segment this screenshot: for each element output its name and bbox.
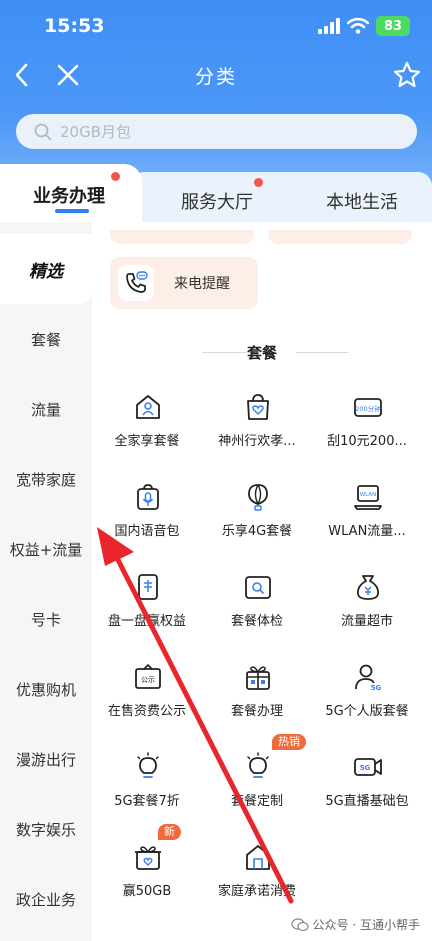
battery-indicator: 83 [376,16,410,36]
person-5g-icon: 5G [355,664,382,692]
sidebar-item-sim-card[interactable]: 号卡 [0,584,92,654]
category-sidebar: 精选 套餐 流量 宽带家庭 权益+流量 号卡 优惠购机 漫游出行 数字娱乐 政企… [0,222,92,941]
grid-item-scratch-card[interactable]: 200分钟 刮10元200... [312,392,422,472]
call-reminder-label: 来电提醒 [174,276,230,292]
sidebar-item-data[interactable]: 流量 [0,374,92,444]
phone-call-icon [118,265,154,301]
notification-dot [254,178,263,187]
grid-item-plan-checkup[interactable]: 套餐体检 [202,572,312,652]
tab-local-life[interactable]: 本地生活 [326,188,398,214]
grid-item-data-market[interactable]: 流量超市 [312,572,422,652]
category-tabs: 业务办理 服务大厅 本地生活 [0,164,432,222]
grid-item-5g-discount[interactable]: 5G套餐7折 [92,752,202,832]
scratch-card-icon: 200分钟 [354,398,382,417]
grid-item-voice-pack[interactable]: 国内语音包 [92,482,202,562]
search-input[interactable]: 20GB月包 [16,114,417,149]
svg-text:5G: 5G [360,764,371,772]
grid-item-shenzhouxing[interactable]: 神州行欢孝... [202,392,312,472]
wechat-icon [290,917,309,931]
grid-item-5g-personal[interactable]: 5G 5G个人版套餐 [312,662,422,742]
grid-item-win-50gb[interactable]: 赢50GB [92,842,202,922]
card-peek [268,230,412,244]
sidebar-item-broadband[interactable]: 宽带家庭 [0,444,92,514]
svg-text:5G: 5G [371,684,382,692]
gift-box-icon [246,666,270,690]
sidebar-item-enterprise[interactable]: 政企业务 [0,864,92,934]
sidebar-item-entertainment[interactable]: 数字娱乐 [0,794,92,864]
main-content: 来电提醒 套餐 全家享套餐 神州行欢孝... 200分钟 刮10元200... [92,222,432,941]
search-placeholder: 20GB月包 [60,123,132,141]
sidebar-item-phone-deals[interactable]: 优惠购机 [0,654,92,724]
grid-item-5g-live[interactable]: 5G 5G直播基础包 [312,752,422,832]
section-title: 套餐 [246,344,277,362]
grid-item-plan-signup[interactable]: 套餐办理 [202,662,312,742]
sidebar-item-featured[interactable]: 精选 [0,234,92,304]
sidebar-item-roaming[interactable]: 漫游出行 [0,724,92,794]
svg-text:公示: 公示 [141,676,155,684]
hot-badge: 热销 [272,734,306,750]
status-time: 15:53 [44,15,105,37]
coupon-card-icon [138,574,158,600]
tab-active-indicator [55,209,89,213]
favorite-star-icon[interactable] [392,60,422,90]
grid-item-wlan-data[interactable]: WLAN WLAN流量... [312,482,422,562]
watermark: 公众号 · 互通小帮手 [290,916,420,933]
lightbulb-icon [247,752,269,778]
tab-service-hall[interactable]: 服务大厅 [181,188,253,214]
balloon-icon [248,484,268,511]
wlan-laptop-icon: WLAN [354,485,382,510]
bag-heart-icon [247,394,269,420]
svg-text:200分钟: 200分钟 [355,404,381,413]
home-person-icon [136,395,160,419]
card-peek [110,230,254,244]
grid-item-plan-custom[interactable]: 套餐定制 [202,752,312,832]
call-reminder-card[interactable]: 来电提醒 [110,257,258,309]
notification-dot [111,172,120,181]
microphone-bag-icon [137,484,159,510]
gift-heart-icon [135,846,161,870]
tab-business[interactable]: 业务办理 [33,182,105,208]
grid-item-family-plan[interactable]: 全家享套餐 [92,392,202,472]
page-title: 分类 [194,66,237,88]
grid-item-tariff-notice[interactable]: 公示 在售资费公示 [92,662,202,742]
section-heading: 套餐 [92,340,432,364]
search-icon [34,123,52,140]
house-icon [246,845,270,870]
svg-text:WLAN: WLAN [360,492,377,498]
sidebar-item-plans[interactable]: 套餐 [0,304,92,374]
sidebar-item-benefits-data[interactable]: 权益+流量 [0,514,92,584]
money-bag-icon [357,575,379,600]
lightbulb-icon [137,752,159,778]
notice-board-icon: 公示 [135,663,161,689]
wifi-icon [347,18,369,34]
grid-item-family-commitment[interactable]: 家庭承诺消费 [202,842,312,922]
status-icons: 83 [318,15,410,37]
video-camera-icon: 5G [354,758,382,776]
grid-item-spin-rewards[interactable]: 盘一盘赢权益 [92,572,202,652]
signal-icon [318,18,340,34]
grid-item-4g-plan[interactable]: 乐享4G套餐 [202,482,312,562]
checkup-search-icon [245,576,271,599]
new-badge: 新 [158,824,181,840]
